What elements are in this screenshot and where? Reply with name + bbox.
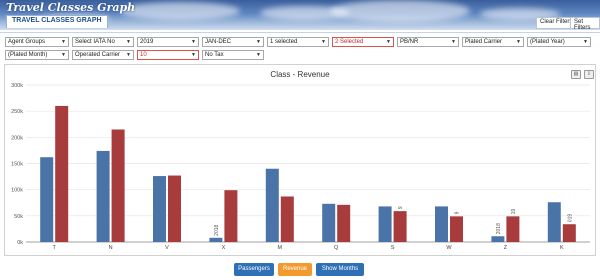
x-tick-label: K: [560, 245, 564, 251]
bar-M-2018: [265, 168, 279, 242]
y-tick-label: 100k: [11, 188, 23, 194]
bar-V-2018: [153, 176, 166, 242]
bar-data-label: 019: [567, 214, 573, 223]
y-tick-label: 200k: [11, 135, 23, 141]
bar-W-2018: [435, 206, 448, 242]
x-tick-label: V: [165, 245, 169, 251]
bar-S-2018: [378, 206, 392, 242]
bar-Q-2018: [322, 203, 336, 242]
y-tick-label: 50k: [14, 214, 23, 220]
bar-data-label: 9: [398, 206, 404, 209]
bar-M-2019: [280, 196, 294, 242]
bar-data-label: 19: [511, 209, 517, 215]
bar-Q-2019: [337, 204, 351, 242]
x-tick-label: W: [446, 245, 452, 251]
revenue-bar-chart: 0k 50k 100k 150k 200k 250k 300k T N V X M Q S W Z K 2018 9…: [11, 83, 590, 251]
bar-N-2019: [111, 129, 125, 242]
bar-S-2019: [393, 211, 407, 242]
x-tick-label: Z: [504, 245, 508, 251]
y-tick-label: 300k: [11, 83, 23, 89]
bar-K-2018: [547, 202, 561, 242]
bar-data-label: 9: [455, 211, 461, 214]
revenue-button[interactable]: Revenue: [278, 263, 312, 276]
x-tick-label: M: [278, 245, 283, 251]
bar-Z-2018: [491, 236, 505, 242]
bar-T-2019: [55, 105, 69, 242]
y-tick-label: 0k: [17, 240, 23, 246]
show-months-button[interactable]: Show Months: [316, 263, 364, 276]
bar-data-label: 2018: [214, 224, 220, 235]
bar-N-2018: [96, 150, 110, 242]
x-tick-label: T: [53, 245, 57, 251]
y-tick-label: 150k: [11, 162, 23, 168]
x-tick-label: N: [109, 245, 113, 251]
bar-X-2018: [209, 237, 223, 242]
bar-W-2019: [450, 216, 463, 242]
x-tick-label: S: [391, 245, 395, 251]
bar-Z-2019: [506, 216, 520, 242]
bar-T-2018: [40, 157, 54, 242]
passengers-button[interactable]: Passengers: [234, 263, 274, 276]
bar-data-label: 2018: [496, 223, 502, 234]
x-tick-label: Q: [334, 245, 339, 251]
y-tick-label: 250k: [11, 109, 23, 115]
bar-K-2019: [562, 224, 576, 242]
bar-X-2019: [224, 190, 238, 242]
x-tick-label: X: [222, 245, 226, 251]
bar-V-2019: [168, 175, 181, 242]
